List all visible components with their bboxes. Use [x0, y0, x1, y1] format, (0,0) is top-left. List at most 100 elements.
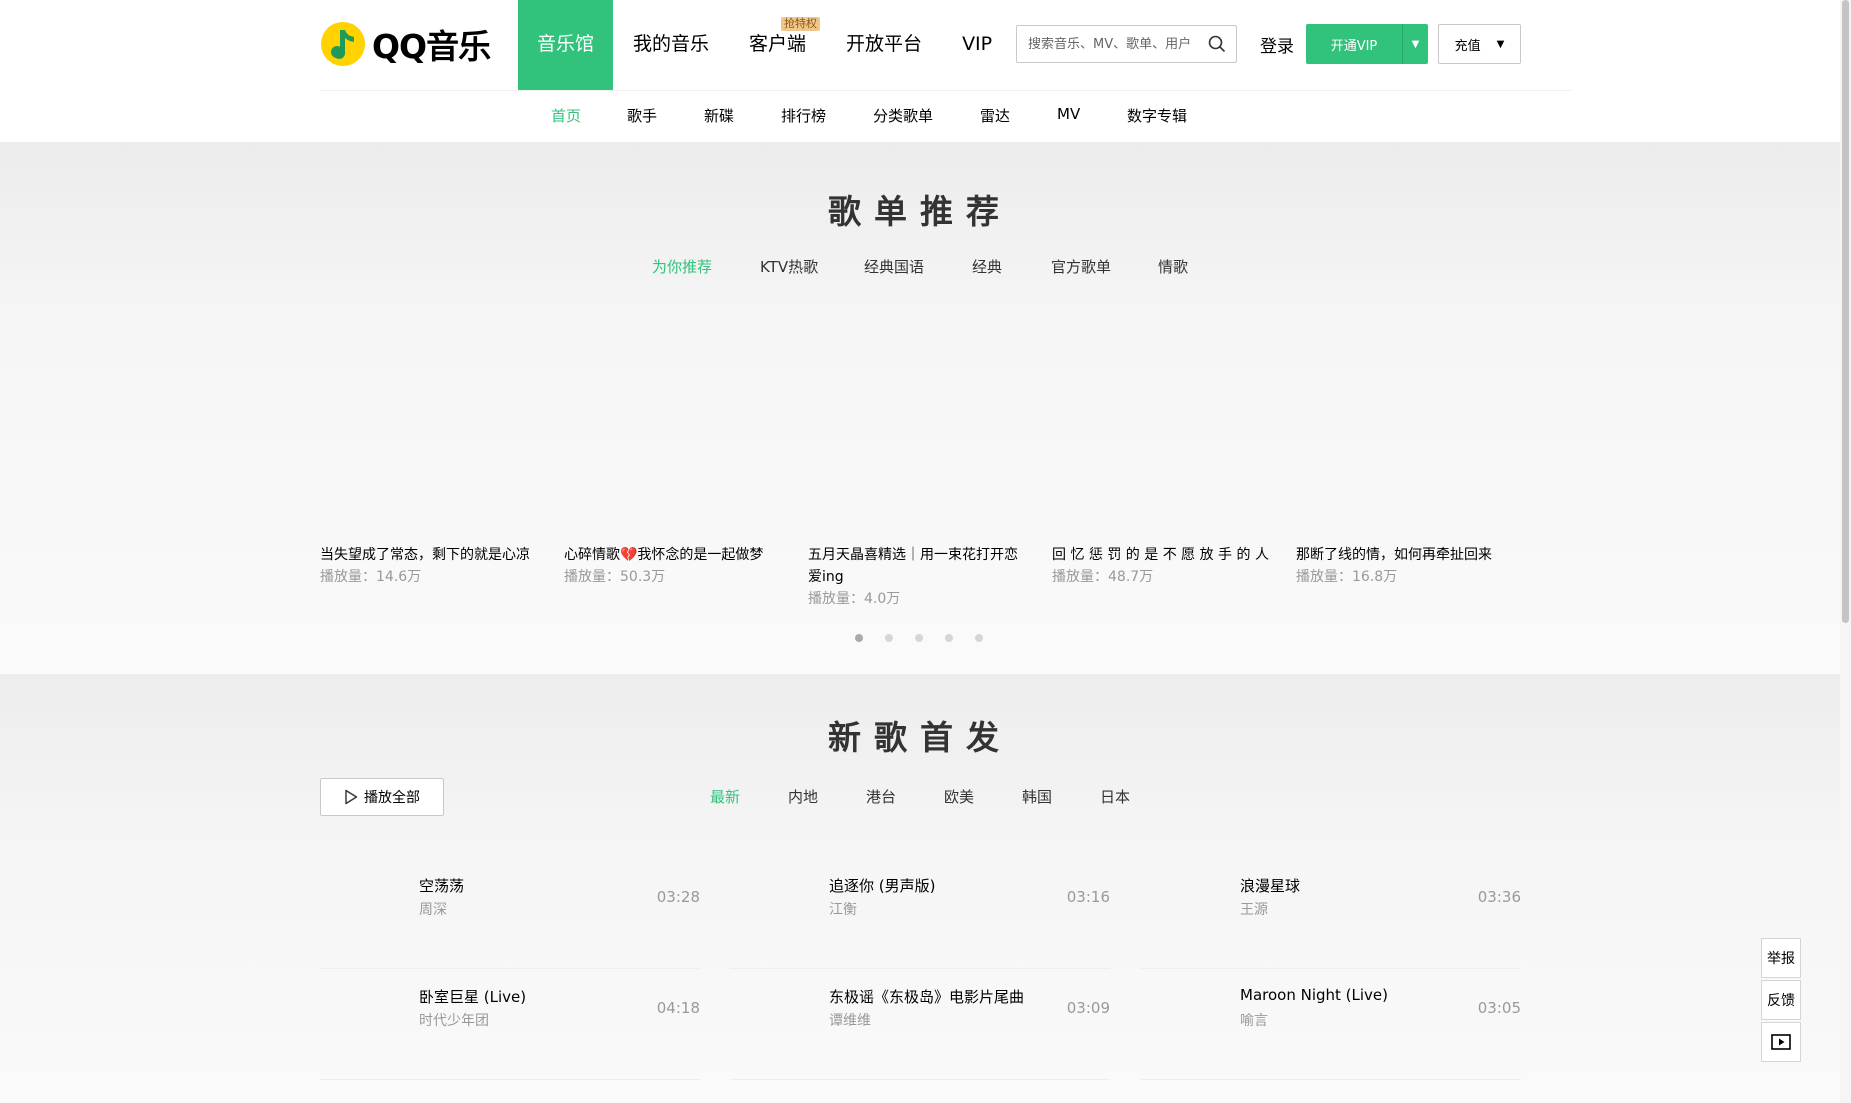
carousel-dot[interactable] — [855, 634, 863, 642]
privilege-badge: 抢特权 — [781, 17, 821, 31]
song-artist[interactable]: 江衡 — [829, 899, 857, 919]
sub-nav-radar[interactable]: 雷达 — [980, 105, 1010, 126]
carousel-dot[interactable] — [915, 634, 923, 642]
main-nav-label: VIP — [962, 33, 993, 55]
song-duration: 03:05 — [1477, 999, 1521, 1017]
song-item[interactable]: 东极谣《东极岛》电影片尾曲 谭维维 03:09 — [730, 970, 1110, 1080]
tab-mainland[interactable]: 内地 — [788, 786, 818, 807]
scrollbar-thumb[interactable] — [1842, 0, 1849, 623]
main-nav-music-hall[interactable]: 音乐馆 — [518, 0, 614, 90]
sub-nav-new-albums[interactable]: 新碟 — [704, 105, 734, 126]
sub-nav-charts[interactable]: 排行榜 — [781, 105, 826, 126]
song-duration: 03:09 — [1066, 999, 1110, 1017]
top-header: QQ音乐 音乐馆 我的音乐 客户端 抢特权 开放平台 VIP 登录 开通VIP … — [0, 0, 1840, 90]
song-title[interactable]: 浪漫星球 — [1240, 875, 1300, 896]
tab-ktv[interactable]: KTV热歌 — [760, 256, 818, 277]
main-nav: 音乐馆 我的音乐 客户端 抢特权 开放平台 VIP — [518, 0, 1012, 90]
main-nav-open-platform[interactable]: 开放平台 — [826, 0, 942, 90]
tab-for-you[interactable]: 为你推荐 — [652, 256, 712, 277]
song-item[interactable]: Maroon Night (Live) 喻言 03:05 — [1141, 970, 1521, 1080]
main-nav-client[interactable]: 客户端 抢特权 — [729, 0, 826, 90]
recharge-button[interactable]: 充值 ▼ — [1438, 24, 1521, 64]
video-player-button[interactable] — [1761, 1022, 1801, 1062]
feedback-button[interactable]: 反馈 — [1761, 980, 1801, 1020]
play-count: 播放量：14.6万 — [320, 569, 422, 585]
song-item[interactable]: 空荡荡 周深 03:28 — [320, 859, 700, 969]
report-label: 举报 — [1767, 951, 1795, 967]
feedback-label: 反馈 — [1767, 993, 1795, 1009]
search-box — [1016, 25, 1237, 63]
playlist-card[interactable]: 回 忆 惩 罚 的 是 不 愿 放 手 的 人 播放量：48.7万 — [1052, 544, 1270, 588]
song-title[interactable]: 空荡荡 — [419, 875, 464, 896]
play-count: 播放量：48.7万 — [1052, 569, 1154, 585]
song-artist[interactable]: 喻言 — [1240, 1010, 1268, 1030]
song-item[interactable]: 卧室巨星 (Live) 时代少年团 04:18 — [320, 970, 700, 1080]
song-title[interactable]: 追逐你 (男声版) — [829, 875, 935, 896]
caret-down-icon[interactable]: ▼ — [1403, 39, 1428, 50]
playlist-title[interactable]: 当失望成了常态，剩下的就是心凉 — [320, 544, 538, 566]
sub-nav-playlists[interactable]: 分类歌单 — [873, 105, 933, 126]
main-nav-vip[interactable]: VIP — [942, 0, 1012, 90]
main-nav-label: 客户端 — [749, 33, 807, 55]
tab-classic[interactable]: 经典 — [972, 256, 1002, 277]
tab-japan[interactable]: 日本 — [1100, 786, 1130, 807]
song-item[interactable]: 浪漫星球 王源 03:36 — [1141, 859, 1521, 969]
section-title: 歌单推荐 — [828, 192, 1012, 231]
playlist-card[interactable]: 心碎情歌💔我怀念的是一起做梦 播放量：50.3万 — [564, 544, 782, 588]
tab-love-songs[interactable]: 情歌 — [1158, 256, 1188, 277]
playlist-recommend-section: 歌单推荐 为你推荐 KTV热歌 经典国语 经典 官方歌单 情歌 当失望成了常态，… — [0, 142, 1840, 674]
tab-official[interactable]: 官方歌单 — [1051, 256, 1111, 277]
main-nav-label: 我的音乐 — [633, 33, 710, 55]
new-songs-section: 新歌首发 播放全部 最新 内地 港台 欧美 韩国 日本 空荡荡 周深 03:28… — [0, 674, 1840, 1103]
search-input[interactable] — [1028, 36, 1208, 52]
main-nav-label: 音乐馆 — [537, 33, 595, 55]
playlist-card[interactable]: 五月天晶喜精选｜用一束花打开恋爱ing 播放量：4.0万 — [808, 544, 1026, 610]
playlist-title[interactable]: 心碎情歌💔我怀念的是一起做梦 — [564, 544, 782, 566]
tab-korea[interactable]: 韩国 — [1022, 786, 1052, 807]
tab-western[interactable]: 欧美 — [944, 786, 974, 807]
sub-nav-digital-albums[interactable]: 数字专辑 — [1127, 105, 1187, 126]
song-artist[interactable]: 王源 — [1240, 899, 1268, 919]
play-video-icon — [1771, 1034, 1791, 1050]
play-all-button[interactable]: 播放全部 — [320, 778, 444, 816]
carousel-pagination — [855, 634, 1005, 642]
sub-nav-singers[interactable]: 歌手 — [627, 105, 657, 126]
song-duration: 03:28 — [656, 888, 700, 906]
carousel-dot[interactable] — [975, 634, 983, 642]
carousel-dot[interactable] — [945, 634, 953, 642]
sub-nav: 首页 歌手 新碟 排行榜 分类歌单 雷达 MV 数字专辑 — [0, 91, 1840, 142]
playlist-card[interactable]: 那断了线的情，如何再牵扯回来 播放量：16.8万 — [1296, 544, 1514, 588]
playlist-title[interactable]: 回 忆 惩 罚 的 是 不 愿 放 手 的 人 — [1052, 544, 1270, 566]
caret-down-icon: ▼ — [1496, 38, 1505, 50]
play-icon — [345, 789, 358, 805]
tab-hk-tw[interactable]: 港台 — [866, 786, 896, 807]
search-icon[interactable] — [1208, 35, 1226, 53]
song-title[interactable]: 东极谣《东极岛》电影片尾曲 — [829, 986, 1024, 1007]
song-duration: 03:16 — [1066, 888, 1110, 906]
tab-latest[interactable]: 最新 — [710, 786, 740, 807]
login-link[interactable]: 登录 — [1260, 32, 1294, 57]
qq-music-logo[interactable]: QQ音乐 — [320, 21, 491, 67]
main-nav-my-music[interactable]: 我的音乐 — [613, 0, 729, 90]
logo-note-icon — [320, 21, 366, 67]
song-artist[interactable]: 谭维维 — [829, 1010, 871, 1030]
carousel-dot[interactable] — [885, 634, 893, 642]
sub-nav-mv[interactable]: MV — [1057, 105, 1080, 123]
playlist-card[interactable]: 当失望成了常态，剩下的就是心凉 播放量：14.6万 — [320, 544, 538, 588]
play-count: 播放量：50.3万 — [564, 569, 666, 585]
song-title[interactable]: Maroon Night (Live) — [1240, 986, 1388, 1004]
logo-text: QQ音乐 — [372, 27, 491, 66]
open-vip-button[interactable]: 开通VIP ▼ — [1306, 24, 1428, 64]
sub-nav-home[interactable]: 首页 — [551, 105, 581, 126]
playlist-title[interactable]: 五月天晶喜精选｜用一束花打开恋爱ing — [808, 544, 1026, 588]
song-artist[interactable]: 周深 — [419, 899, 447, 919]
main-nav-label: 开放平台 — [846, 33, 923, 55]
song-artist[interactable]: 时代少年团 — [419, 1010, 489, 1030]
playlist-title[interactable]: 那断了线的情，如何再牵扯回来 — [1296, 544, 1514, 566]
open-vip-label: 开通VIP — [1330, 38, 1378, 54]
song-item[interactable]: 追逐你 (男声版) 江衡 03:16 — [730, 859, 1110, 969]
tab-classic-mandarin[interactable]: 经典国语 — [864, 256, 924, 277]
report-button[interactable]: 举报 — [1761, 938, 1801, 978]
song-title[interactable]: 卧室巨星 (Live) — [419, 986, 526, 1007]
play-count: 播放量：16.8万 — [1296, 569, 1398, 585]
